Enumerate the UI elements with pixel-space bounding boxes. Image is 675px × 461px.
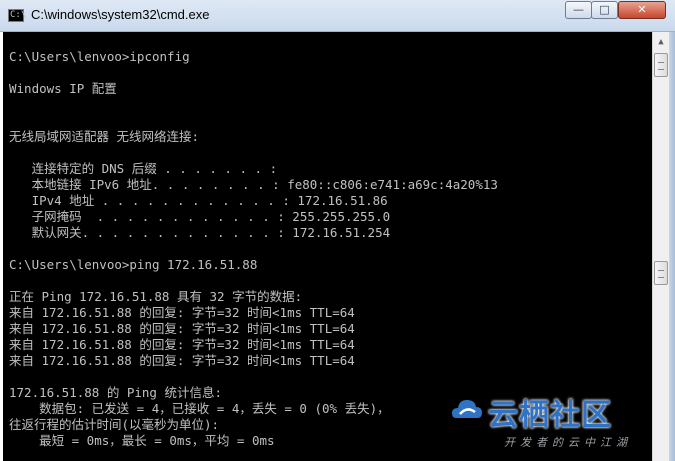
watermark: 云栖社区 开发者的云中江湖 <box>448 390 654 461</box>
console-line: 最短 = 0ms，最长 = 0ms，平均 = 0ms <box>9 433 275 448</box>
console-line: 无线局域网适配器 无线网络连接: <box>9 129 200 144</box>
cloud-logo-icon <box>452 400 482 418</box>
vertical-scrollbar[interactable]: ▲ <box>652 32 669 461</box>
console-line: 默认网关. . . . . . . . . . . . . : 172.16.5… <box>9 225 391 240</box>
close-button[interactable]: ✕ <box>618 1 666 19</box>
console-line: 本地链接 IPv6 地址. . . . . . . . : fe80::c806… <box>9 177 498 192</box>
title-bar[interactable]: C:\ C:\windows\system32\cmd.exe — □ ✕ <box>0 0 675 32</box>
console-lines: C:\Users\lenvoo>ipconfig Windows IP 配置无线局… <box>9 49 498 449</box>
console-line: 来自 172.16.51.88 的回复: 字节=32 时间<1ms TTL=64 <box>9 321 355 336</box>
maximize-button[interactable]: □ <box>591 1 618 19</box>
console-line: 数据包: 已发送 = 4，已接收 = 4，丢失 = 0 (0% 丢失)， <box>9 401 390 416</box>
scroll-up-icon[interactable]: ▲ <box>654 34 668 50</box>
console-line: 连接特定的 DNS 后缀 . . . . . . . : <box>9 161 278 176</box>
window-frame-edge <box>669 32 675 461</box>
scroll-thumb[interactable] <box>654 261 668 285</box>
watermark-subtitle: 开发者的云中江湖 <box>504 436 632 449</box>
console-line: 172.16.51.88 的 Ping 统计信息: <box>9 385 223 400</box>
console-line: IPv4 地址 . . . . . . . . . . . . : 172.16… <box>9 193 388 208</box>
console-line: Windows IP 配置 <box>9 81 117 96</box>
console-line: 往返行程的估计时间(以毫秒为单位): <box>9 417 220 432</box>
console-line: C:\Users\lenvoo>ipconfig <box>9 49 190 64</box>
console-line: 来自 172.16.51.88 的回复: 字节=32 时间<1ms TTL=64 <box>9 353 355 368</box>
console-line: 来自 172.16.51.88 的回复: 字节=32 时间<1ms TTL=64 <box>9 337 355 352</box>
minimize-button[interactable]: — <box>565 1 592 19</box>
console-line: 来自 172.16.51.88 的回复: 字节=32 时间<1ms TTL=64 <box>9 305 355 320</box>
cmd-icon[interactable]: C:\ <box>8 9 26 22</box>
watermark-title: 云栖社区 <box>488 398 612 433</box>
console-line: C:\Users\lenvoo>ping 172.16.51.88 <box>9 257 258 272</box>
console-line: 子网掩码 . . . . . . . . . . . . : 255.255.2… <box>9 209 391 224</box>
scroll-thumb[interactable] <box>654 53 668 77</box>
window-title: C:\windows\system32\cmd.exe <box>31 7 210 22</box>
console-line: 正在 Ping 172.16.51.88 具有 32 字节的数据: <box>9 289 303 304</box>
